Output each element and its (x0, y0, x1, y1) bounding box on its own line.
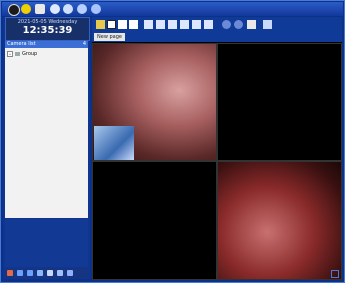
bottom-toolbar (5, 268, 88, 278)
map-icon[interactable] (27, 270, 33, 276)
custom-layout-2-icon[interactable] (156, 20, 165, 29)
fullscreen-icon[interactable] (192, 20, 201, 29)
tab-new-page[interactable]: New page (94, 33, 125, 41)
snapshot-icon[interactable] (234, 20, 243, 29)
app-window: 2021-05-05 Wednesday 12:35:39 Camera lis… (0, 0, 345, 283)
layout-toolbar (92, 17, 342, 32)
video-grid (92, 43, 342, 280)
camera-tree: + Group (5, 48, 88, 218)
close-all-icon[interactable] (204, 20, 213, 29)
log-icon[interactable] (57, 270, 63, 276)
device-icon[interactable] (37, 270, 43, 276)
single-layout-icon[interactable] (96, 20, 105, 29)
document-icon[interactable] (35, 4, 45, 14)
record-icon[interactable] (222, 20, 231, 29)
quad-layout-icon[interactable] (107, 20, 116, 29)
camera-list-header: Camera list 4 (5, 41, 88, 48)
expand-icon[interactable]: + (7, 51, 13, 57)
folder-icon (15, 52, 20, 56)
more-layout-icon[interactable] (263, 20, 272, 29)
ptz-panel (5, 219, 88, 267)
refresh-icon[interactable] (63, 4, 73, 14)
network-icon[interactable] (91, 4, 101, 14)
left-panel: 2021-05-05 Wednesday 12:35:39 Camera lis… (3, 17, 90, 279)
user-icon[interactable] (7, 270, 13, 276)
custom-layout-4-icon[interactable] (180, 20, 189, 29)
camera-icon[interactable] (8, 4, 20, 16)
top-toolbar (2, 2, 343, 16)
tree-group-label: Group (22, 51, 38, 57)
page-tabs: New page (92, 32, 342, 42)
tools-icon[interactable] (47, 270, 53, 276)
clock-panel: 2021-05-05 Wednesday 12:35:39 (5, 17, 90, 41)
custom-layout-3-icon[interactable] (168, 20, 177, 29)
video-cell[interactable] (92, 161, 217, 280)
time-label: 12:35:39 (22, 25, 73, 36)
custom-layout-1-icon[interactable] (144, 20, 153, 29)
pin-icon[interactable]: 4 (83, 41, 86, 48)
video-thumbnail (94, 126, 134, 160)
disc-icon[interactable] (21, 4, 31, 14)
status-indicator (331, 270, 339, 278)
settings-icon[interactable] (77, 4, 87, 14)
grid-config-icon[interactable] (247, 20, 256, 29)
video-cell[interactable] (217, 43, 342, 161)
video-cell[interactable] (217, 161, 342, 280)
camera-list-title: Camera list (7, 41, 36, 47)
tree-group-item[interactable]: + Group (7, 51, 37, 57)
nine-layout-icon[interactable] (118, 20, 127, 29)
alarm-icon[interactable] (67, 270, 73, 276)
group-icon[interactable] (17, 270, 23, 276)
play-icon[interactable] (50, 4, 60, 14)
sixteen-layout-icon[interactable] (129, 20, 138, 29)
video-cell[interactable] (92, 43, 217, 161)
main-view: New page (92, 17, 342, 280)
